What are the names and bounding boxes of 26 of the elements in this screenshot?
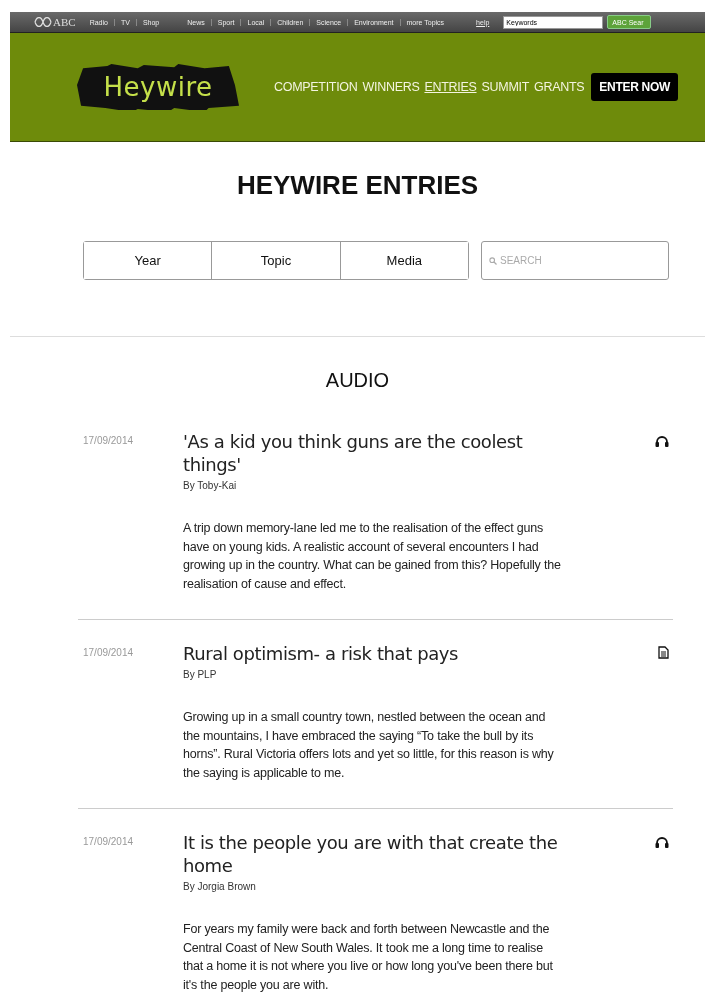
entry-date: 17/09/2014 [83,835,135,849]
section-title: AUDIO [324,369,391,392]
nav-link[interactable]: ENTRIES [424,80,477,94]
abc-logo[interactable]: ABC [34,16,76,28]
nav-link[interactable]: SUMMIT [481,80,530,94]
abc-wave-icon [34,17,52,27]
entry-date: 17/09/2014 [83,434,135,448]
entry-summary: For years my family were back and forth between Newcastle and the Central Coast of New South Wales. It took me a long time to realise that a home it is not where you live or how long you've been there but it's the people you are with. [183,921,554,994]
entry-author: By Jorgia Brown [183,881,256,892]
nav-link[interactable]: WINNERS [362,80,420,94]
entry-summary: A trip down memory-lane led me to the realisation of the effect guns have on young kids. A realistic account of several encounters I had growing up in the country. What can be gained from this? Hopefully the realisation of cause and effect. [183,520,562,593]
entry-title[interactable]: Rural optimism- a risk that pays [183,642,459,665]
heywire-logo[interactable]: Heywire [77,64,239,110]
enter-now-button[interactable]: ENTER NOW [591,73,678,101]
entry-summary: Growing up in a small country town, nestled between the ocean and the mountains, I have embraced the saying “To take the bull by its horns”. Rural Victoria offers lots and yet so little, for this reason is why the saying is applicable to me. [183,709,555,782]
page-title: HEYWIRE ENTRIES [235,170,480,201]
search-icon [489,257,497,265]
entry-date: 17/09/2014 [83,646,135,660]
nav-link[interactable]: GRANTS [534,80,585,94]
entry-title[interactable]: 'As a kid you think guns are the coolest things' [183,430,573,476]
filter-button[interactable]: Media [339,242,468,279]
entry-title[interactable]: It is the people you are with that create the home [183,831,573,877]
search-field[interactable]: SEARCH [481,241,669,280]
nav-link[interactable]: COMPETITION [274,80,358,94]
entry-author: By PLP [183,669,217,680]
entry-author: By Toby-Kai [183,480,237,491]
